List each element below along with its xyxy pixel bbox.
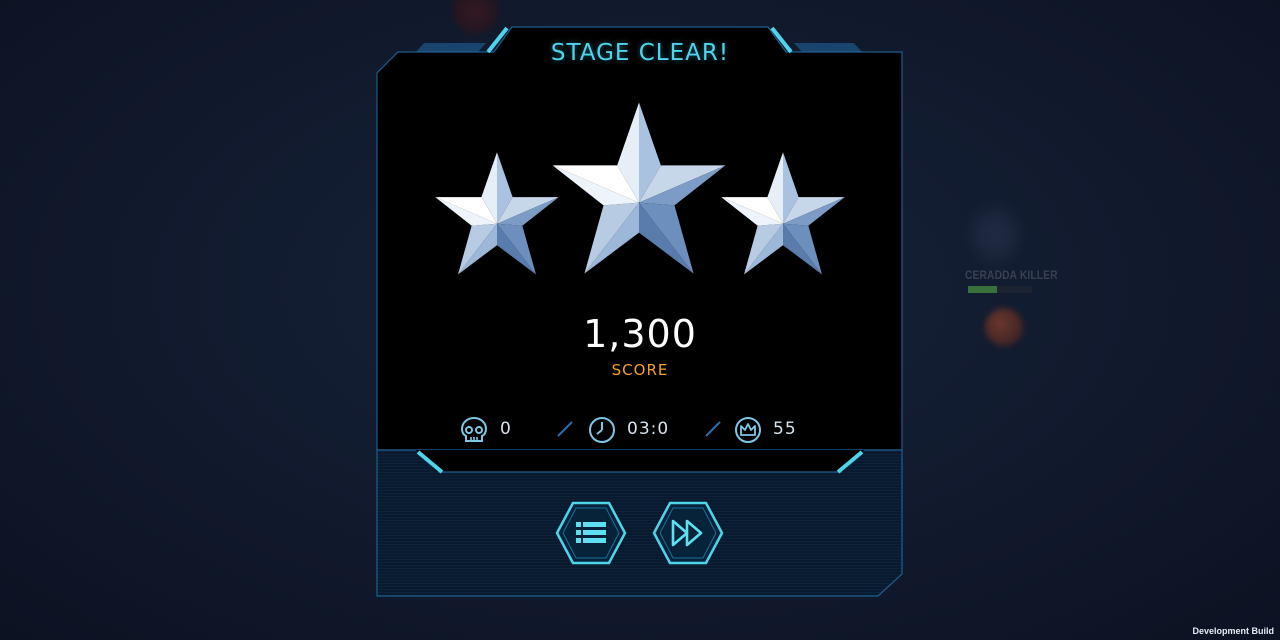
background-enemy-health-fill — [968, 286, 997, 293]
list-icon — [576, 522, 606, 543]
crowns-value: 55 — [773, 419, 797, 439]
score-value: 1,300 — [583, 312, 697, 356]
stage-clear-panel: STAGE CLEAR! 1,300 SCORE 0 03:0 55 — [376, 26, 904, 598]
crown-icon — [735, 417, 761, 443]
stage-clear-title: STAGE CLEAR! — [550, 40, 730, 66]
development-build-label: Development Build — [1192, 626, 1274, 636]
clock-icon — [589, 417, 615, 443]
time-value: 03:0 — [627, 419, 670, 439]
kills-value: 0 — [500, 419, 512, 439]
background-enemy-orb — [985, 308, 1023, 346]
next-stage-button[interactable] — [651, 500, 725, 566]
score-label: SCORE — [611, 361, 669, 379]
star-left-icon — [435, 152, 559, 275]
star-center-icon — [552, 102, 726, 274]
stat-divider — [557, 421, 573, 437]
background-enemy-health-bar — [968, 286, 1032, 293]
menu-button[interactable] — [554, 500, 628, 566]
background-enemy-name: CERADDA KILLER — [965, 268, 1058, 282]
star-right-icon — [721, 152, 845, 275]
background-enemy-silhouette — [970, 205, 1020, 265]
stat-divider — [705, 421, 721, 437]
skull-icon — [460, 416, 488, 442]
